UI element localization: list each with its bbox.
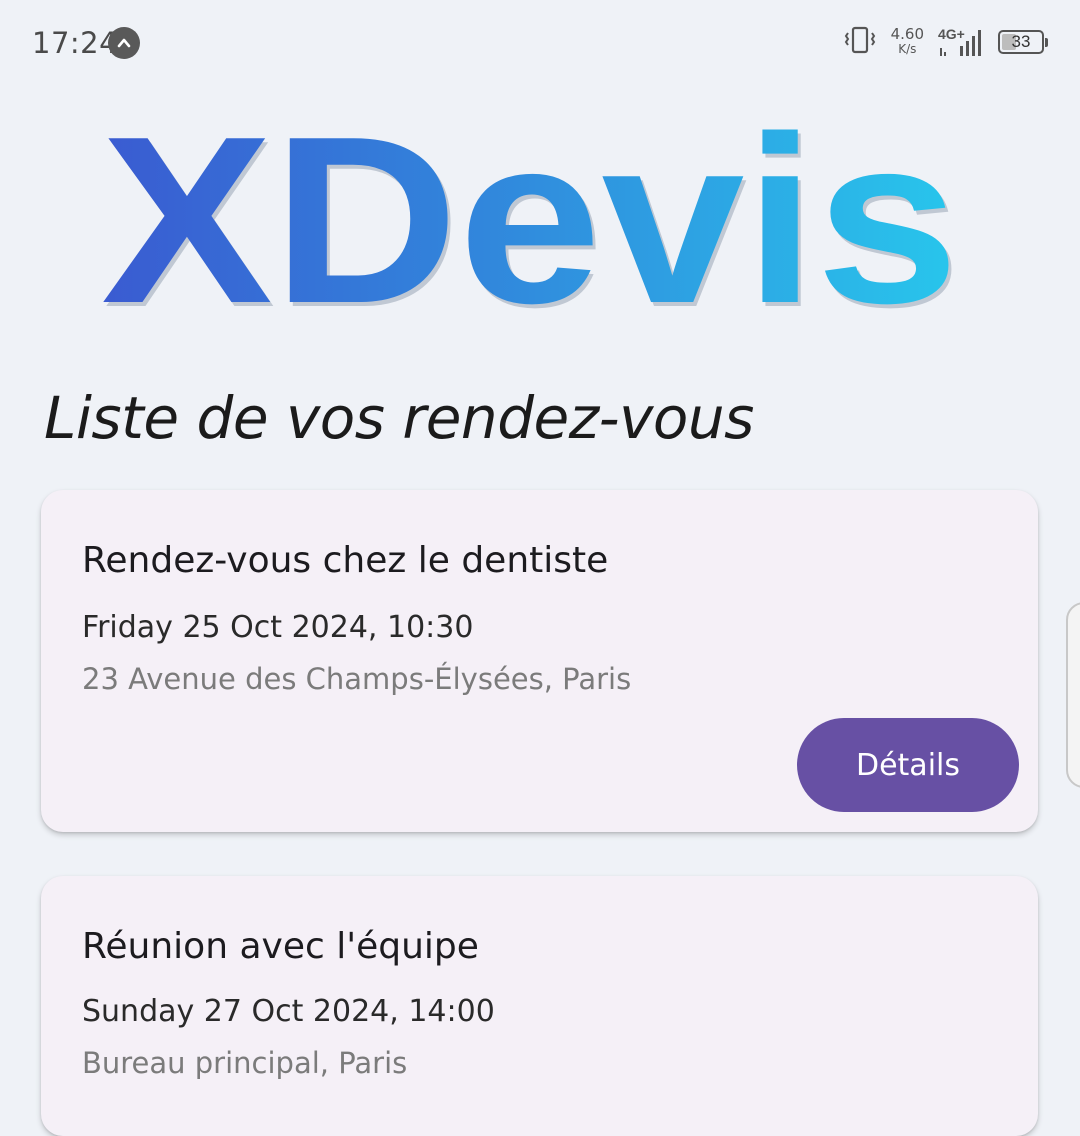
appointment-card: Réunion avec l'équipe Sunday 27 Oct 2024…	[41, 876, 1038, 1136]
battery-icon: 33	[998, 30, 1048, 54]
appointment-card: Rendez-vous chez le dentiste Friday 25 O…	[41, 490, 1038, 832]
vibrate-icon	[843, 25, 877, 59]
status-time: 17:24	[32, 26, 119, 60]
status-indicators: 4.60 K/s 4G+ 33	[843, 24, 1048, 60]
app-notification-icon	[108, 27, 140, 59]
signal-icon: 4G+	[938, 26, 984, 58]
app-logo: XDevis XDevis	[101, 100, 962, 330]
edge-panel-handle[interactable]	[1066, 602, 1080, 788]
page-title: Liste de vos rendez-vous	[44, 384, 754, 452]
appointment-address: 23 Avenue des Champs-Élysées, Paris	[82, 662, 632, 696]
appointment-address: Bureau principal, Paris	[82, 1046, 408, 1080]
network-speed-value: 4.60	[890, 25, 924, 43]
network-speed-unit: K/s	[898, 42, 917, 56]
network-speed: 4.60 K/s	[891, 27, 924, 57]
appointment-title: Rendez-vous chez le dentiste	[82, 540, 609, 581]
app-logo-text: XDevis	[101, 100, 959, 330]
appointment-datetime: Sunday 27 Oct 2024, 14:00	[82, 994, 495, 1029]
details-button[interactable]: Détails	[797, 718, 1019, 812]
battery-level: 33	[1011, 32, 1031, 51]
appointment-datetime: Friday 25 Oct 2024, 10:30	[82, 610, 474, 645]
status-bar: 17:24 4.60 K/s 4G+ 33	[0, 0, 1080, 86]
appointment-title: Réunion avec l'équipe	[82, 926, 479, 967]
